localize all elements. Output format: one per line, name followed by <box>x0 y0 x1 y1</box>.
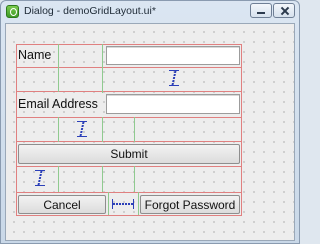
horizontal-spacer-icon[interactable] <box>112 199 134 209</box>
grid-column-line <box>58 44 59 68</box>
vertical-spacer-icon[interactable] <box>33 170 47 186</box>
grid-row-line <box>16 67 241 68</box>
email-address-label: Email Address <box>18 97 98 111</box>
grid-row-line <box>16 166 241 167</box>
form-canvas[interactable]: Name Email Address Submit Cancel Forgot … <box>5 23 295 241</box>
grid-row-line <box>16 192 241 193</box>
grid-border-top <box>16 44 241 45</box>
vertical-spacer-icon[interactable] <box>75 121 89 137</box>
close-button[interactable] <box>273 3 295 18</box>
qt-designer-icon <box>6 5 19 18</box>
submit-button[interactable]: Submit <box>18 144 240 164</box>
name-field[interactable] <box>106 46 240 65</box>
grid-column-line <box>102 117 103 142</box>
grid-row-line <box>16 91 241 92</box>
grid-column-line <box>58 166 59 192</box>
title-bar[interactable]: Dialog - demoGridLayout.ui* <box>1 1 299 23</box>
cancel-button[interactable]: Cancel <box>18 195 106 214</box>
grid-column-line <box>138 192 139 215</box>
vertical-spacer-icon[interactable] <box>167 70 181 86</box>
grid-column-line <box>102 44 103 93</box>
designer-dialog-window: Dialog - demoGridLayout.ui* Name Email A… <box>0 0 300 244</box>
name-label: Name <box>18 48 52 62</box>
forgot-password-button[interactable]: Forgot Password <box>140 195 240 214</box>
grid-border-left <box>16 44 17 216</box>
grid-column-line <box>58 67 59 92</box>
grid-column-line <box>58 117 59 142</box>
grid-border-right <box>241 44 242 216</box>
grid-row-line <box>16 141 241 142</box>
minimize-button[interactable] <box>250 3 272 18</box>
email-address-field[interactable] <box>106 94 240 114</box>
grid-row-line <box>16 117 241 118</box>
grid-column-line <box>134 117 135 142</box>
grid-column-line <box>134 166 135 192</box>
window-title: Dialog - demoGridLayout.ui* <box>24 5 156 17</box>
grid-column-line <box>102 166 103 192</box>
grid-column-line <box>108 192 109 215</box>
grid-border-bottom <box>16 215 241 216</box>
